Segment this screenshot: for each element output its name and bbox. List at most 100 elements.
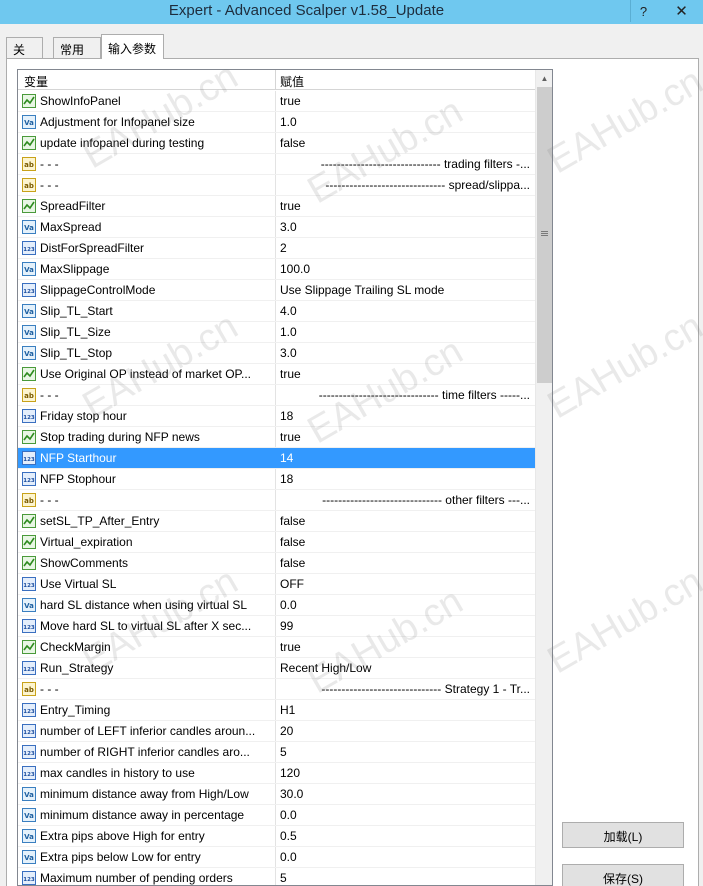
parameter-row[interactable]: 123 number of LEFT inferior candles aroun… — [18, 721, 535, 742]
parameter-value[interactable]: 0.0 — [276, 847, 535, 867]
parameter-row[interactable]: SpreadFilter true — [18, 196, 535, 217]
parameter-row[interactable]: Va minimum distance away in percentage 0.0 — [18, 805, 535, 826]
parameter-value[interactable]: Use Slippage Trailing SL mode — [276, 280, 535, 300]
parameter-value[interactable]: 99 — [276, 616, 535, 636]
parameter-value[interactable]: OFF — [276, 574, 535, 594]
parameter-row[interactable]: ab - - - ------------------------------ ti… — [18, 385, 535, 406]
parameter-value[interactable]: ------------------------------ spread/sl… — [276, 175, 535, 195]
parameter-row[interactable]: 123 NFP Stophour 18 — [18, 469, 535, 490]
parameter-row[interactable]: 123 Move hard SL to virtual SL after X se… — [18, 616, 535, 637]
parameter-value[interactable]: 0.0 — [276, 595, 535, 615]
parameter-row[interactable]: Va Slip_TL_Size 1.0 — [18, 322, 535, 343]
parameter-row[interactable]: Va Slip_TL_Start 4.0 — [18, 301, 535, 322]
parameter-row[interactable]: 123 number of RIGHT inferior candles aro.… — [18, 742, 535, 763]
parameter-name-cell[interactable]: Use Original OP instead of market OP... — [18, 364, 276, 384]
close-button[interactable]: ✕ — [660, 0, 703, 22]
parameter-name-cell[interactable]: 123 Entry_Timing — [18, 700, 276, 720]
parameter-name-cell[interactable]: 123 Move hard SL to virtual SL after X se… — [18, 616, 276, 636]
parameter-value[interactable]: true — [276, 364, 535, 384]
parameter-row[interactable]: ab - - - ------------------------------ ot… — [18, 490, 535, 511]
parameter-name-cell[interactable]: Va MaxSpread — [18, 217, 276, 237]
parameter-row[interactable]: ShowComments false — [18, 553, 535, 574]
parameter-name-cell[interactable]: 123 number of LEFT inferior candles aroun… — [18, 721, 276, 741]
parameter-row[interactable]: 123 max candles in history to use 120 — [18, 763, 535, 784]
parameter-row[interactable]: ShowInfoPanel true — [18, 91, 535, 112]
parameter-row[interactable]: 123 SlippageControlMode Use Slippage Trail… — [18, 280, 535, 301]
parameter-name-cell[interactable]: Va MaxSlippage — [18, 259, 276, 279]
parameter-row[interactable]: Va MaxSlippage 100.0 — [18, 259, 535, 280]
parameter-value[interactable]: 14 — [276, 448, 535, 468]
parameter-name-cell[interactable]: ShowInfoPanel — [18, 91, 276, 111]
parameter-name-cell[interactable]: ab - - - — [18, 679, 276, 699]
parameter-name-cell[interactable]: 123 Maximum number of pending orders — [18, 868, 276, 885]
parameter-name-cell[interactable]: Va Extra pips above High for entry — [18, 826, 276, 846]
parameter-name-cell[interactable]: 123 NFP Stophour — [18, 469, 276, 489]
parameter-name-cell[interactable]: update infopanel during testing — [18, 133, 276, 153]
parameter-name-cell[interactable]: ab - - - — [18, 490, 276, 510]
parameter-row[interactable]: Va Adjustment for Infopanel size 1.0 — [18, 112, 535, 133]
parameter-name-cell[interactable]: 123 DistForSpreadFilter — [18, 238, 276, 258]
parameter-name-cell[interactable]: ab - - - — [18, 385, 276, 405]
parameter-row[interactable]: ab - - - ------------------------------ tr… — [18, 154, 535, 175]
parameter-value[interactable]: 3.0 — [276, 343, 535, 363]
parameter-name-cell[interactable]: ShowComments — [18, 553, 276, 573]
parameter-value[interactable]: true — [276, 637, 535, 657]
parameter-name-cell[interactable]: 123 Friday stop hour — [18, 406, 276, 426]
parameter-name-cell[interactable]: 123 NFP Starthour — [18, 448, 276, 468]
parameter-value[interactable]: 30.0 — [276, 784, 535, 804]
parameter-name-cell[interactable]: Va minimum distance away from High/Low — [18, 784, 276, 804]
parameter-value[interactable]: 1.0 — [276, 112, 535, 132]
parameter-value[interactable]: 120 — [276, 763, 535, 783]
parameter-value[interactable]: 0.5 — [276, 826, 535, 846]
vertical-scrollbar[interactable]: ▲ — [535, 70, 552, 885]
parameter-row[interactable]: Va Extra pips below Low for entry 0.0 — [18, 847, 535, 868]
parameter-name-cell[interactable]: 123 SlippageControlMode — [18, 280, 276, 300]
parameter-value[interactable]: true — [276, 196, 535, 216]
parameter-name-cell[interactable]: CheckMargin — [18, 637, 276, 657]
parameter-value[interactable]: false — [276, 532, 535, 552]
parameter-row[interactable]: setSL_TP_After_Entry false — [18, 511, 535, 532]
parameter-value[interactable]: ------------------------------ time filt… — [276, 385, 535, 405]
column-header-value[interactable]: 赋值 — [276, 70, 535, 90]
parameter-row[interactable]: 123 Run_Strategy Recent High/Low — [18, 658, 535, 679]
parameter-value[interactable]: 5 — [276, 742, 535, 762]
parameter-value[interactable]: ------------------------------ other fil… — [276, 490, 535, 510]
parameter-row[interactable]: 123 Entry_Timing H1 — [18, 700, 535, 721]
parameter-row[interactable]: update infopanel during testing false — [18, 133, 535, 154]
parameter-row[interactable]: Va Slip_TL_Stop 3.0 — [18, 343, 535, 364]
parameter-row[interactable]: Va minimum distance away from High/Low 30.… — [18, 784, 535, 805]
parameter-value[interactable]: 1.0 — [276, 322, 535, 342]
parameter-value[interactable]: false — [276, 553, 535, 573]
parameter-row[interactable]: CheckMargin true — [18, 637, 535, 658]
parameter-name-cell[interactable]: 123 Use Virtual SL — [18, 574, 276, 594]
tab-common[interactable]: 常用 — [53, 37, 101, 58]
parameter-row[interactable]: Va MaxSpread 3.0 — [18, 217, 535, 238]
parameter-name-cell[interactable]: 123 Run_Strategy — [18, 658, 276, 678]
parameter-name-cell[interactable]: Virtual_expiration — [18, 532, 276, 552]
save-button[interactable]: 保存(S) — [562, 864, 684, 886]
parameter-row[interactable]: 123 NFP Starthour 14 — [18, 448, 535, 469]
parameter-row[interactable]: Virtual_expiration false — [18, 532, 535, 553]
parameter-name-cell[interactable]: Va Extra pips below Low for entry — [18, 847, 276, 867]
parameter-value[interactable]: 5 — [276, 868, 535, 885]
parameter-name-cell[interactable]: Va Adjustment for Infopanel size — [18, 112, 276, 132]
parameter-row[interactable]: Stop trading during NFP news true — [18, 427, 535, 448]
parameter-name-cell[interactable]: ab - - - — [18, 154, 276, 174]
parameter-value[interactable]: false — [276, 133, 535, 153]
parameter-row[interactable]: 123 Friday stop hour 18 — [18, 406, 535, 427]
parameter-name-cell[interactable]: SpreadFilter — [18, 196, 276, 216]
parameter-value[interactable]: H1 — [276, 700, 535, 720]
parameter-value[interactable]: 100.0 — [276, 259, 535, 279]
parameter-name-cell[interactable]: Stop trading during NFP news — [18, 427, 276, 447]
tab-inputs[interactable]: 输入参数 — [101, 34, 164, 59]
parameter-name-cell[interactable]: setSL_TP_After_Entry — [18, 511, 276, 531]
parameter-value[interactable]: 3.0 — [276, 217, 535, 237]
parameter-value[interactable]: ------------------------------ Strategy … — [276, 679, 535, 699]
parameter-value[interactable]: ------------------------------ trading f… — [276, 154, 535, 174]
parameter-value[interactable]: true — [276, 427, 535, 447]
column-header-variable[interactable]: 变量 — [18, 70, 276, 90]
window-titlebar[interactable]: Expert - Advanced Scalper v1.58_Update ?… — [0, 0, 703, 24]
parameter-row[interactable]: Va Extra pips above High for entry 0.5 — [18, 826, 535, 847]
parameter-name-cell[interactable]: ab - - - — [18, 175, 276, 195]
load-button[interactable]: 加载(L) — [562, 822, 684, 848]
